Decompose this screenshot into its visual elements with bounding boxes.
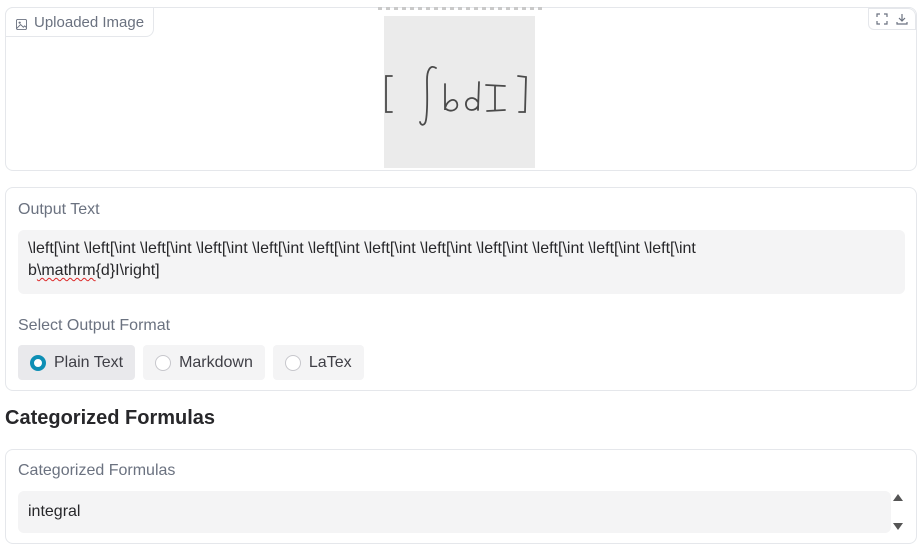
radio-indicator xyxy=(155,354,172,371)
download-icon[interactable] xyxy=(893,10,911,28)
scroll-spinner[interactable] xyxy=(892,494,904,530)
image-icon xyxy=(16,17,27,30)
radio-selected-indicator xyxy=(30,354,46,371)
format-radio-group: Plain Text Markdown LaTex xyxy=(18,345,364,380)
image-label-text: Uploaded Image xyxy=(34,13,145,31)
radio-plain-text[interactable]: Plain Text xyxy=(18,345,136,380)
uploaded-formula-image xyxy=(384,16,535,168)
radio-latex[interactable]: LaTex xyxy=(272,345,364,380)
scroll-down-icon[interactable] xyxy=(893,523,903,530)
categorized-value: integral xyxy=(28,503,81,520)
output-panel: Output Text \left[\int \left[\int \left[… xyxy=(5,187,917,391)
format-label: Select Output Format xyxy=(18,317,171,334)
output-textbox[interactable]: \left[\int \left[\int \left[\int \left[\… xyxy=(18,230,905,294)
section-heading: Categorized Formulas xyxy=(5,407,216,429)
radio-label: Markdown xyxy=(179,353,253,371)
categorized-formulas-textbox[interactable]: integral xyxy=(18,491,891,533)
radio-label: LaTex xyxy=(308,353,352,371)
radio-indicator xyxy=(284,354,301,371)
image-label: Uploaded Image xyxy=(5,7,155,37)
output-text-line1: \left[\int \left[\int \left[\int \left[\… xyxy=(28,240,696,257)
radio-label: Plain Text xyxy=(54,353,124,371)
image-toolbar xyxy=(868,8,916,30)
output-text-line2-prefix: b xyxy=(28,262,37,279)
uploaded-image-panel: Uploaded Image xyxy=(5,7,917,171)
output-text-line2-suffix: {d}I\right] xyxy=(95,262,160,279)
categorized-formulas-panel: Categorized Formulas integral xyxy=(5,449,917,544)
drag-handle[interactable] xyxy=(378,7,544,10)
radio-markdown[interactable]: Markdown xyxy=(143,345,265,380)
categorized-formulas-label: Categorized Formulas xyxy=(18,462,176,479)
output-text-label: Output Text xyxy=(18,201,100,218)
fullscreen-icon[interactable] xyxy=(873,10,891,28)
spellcheck-word: \mathrm xyxy=(36,262,96,279)
scroll-up-icon[interactable] xyxy=(893,494,903,501)
